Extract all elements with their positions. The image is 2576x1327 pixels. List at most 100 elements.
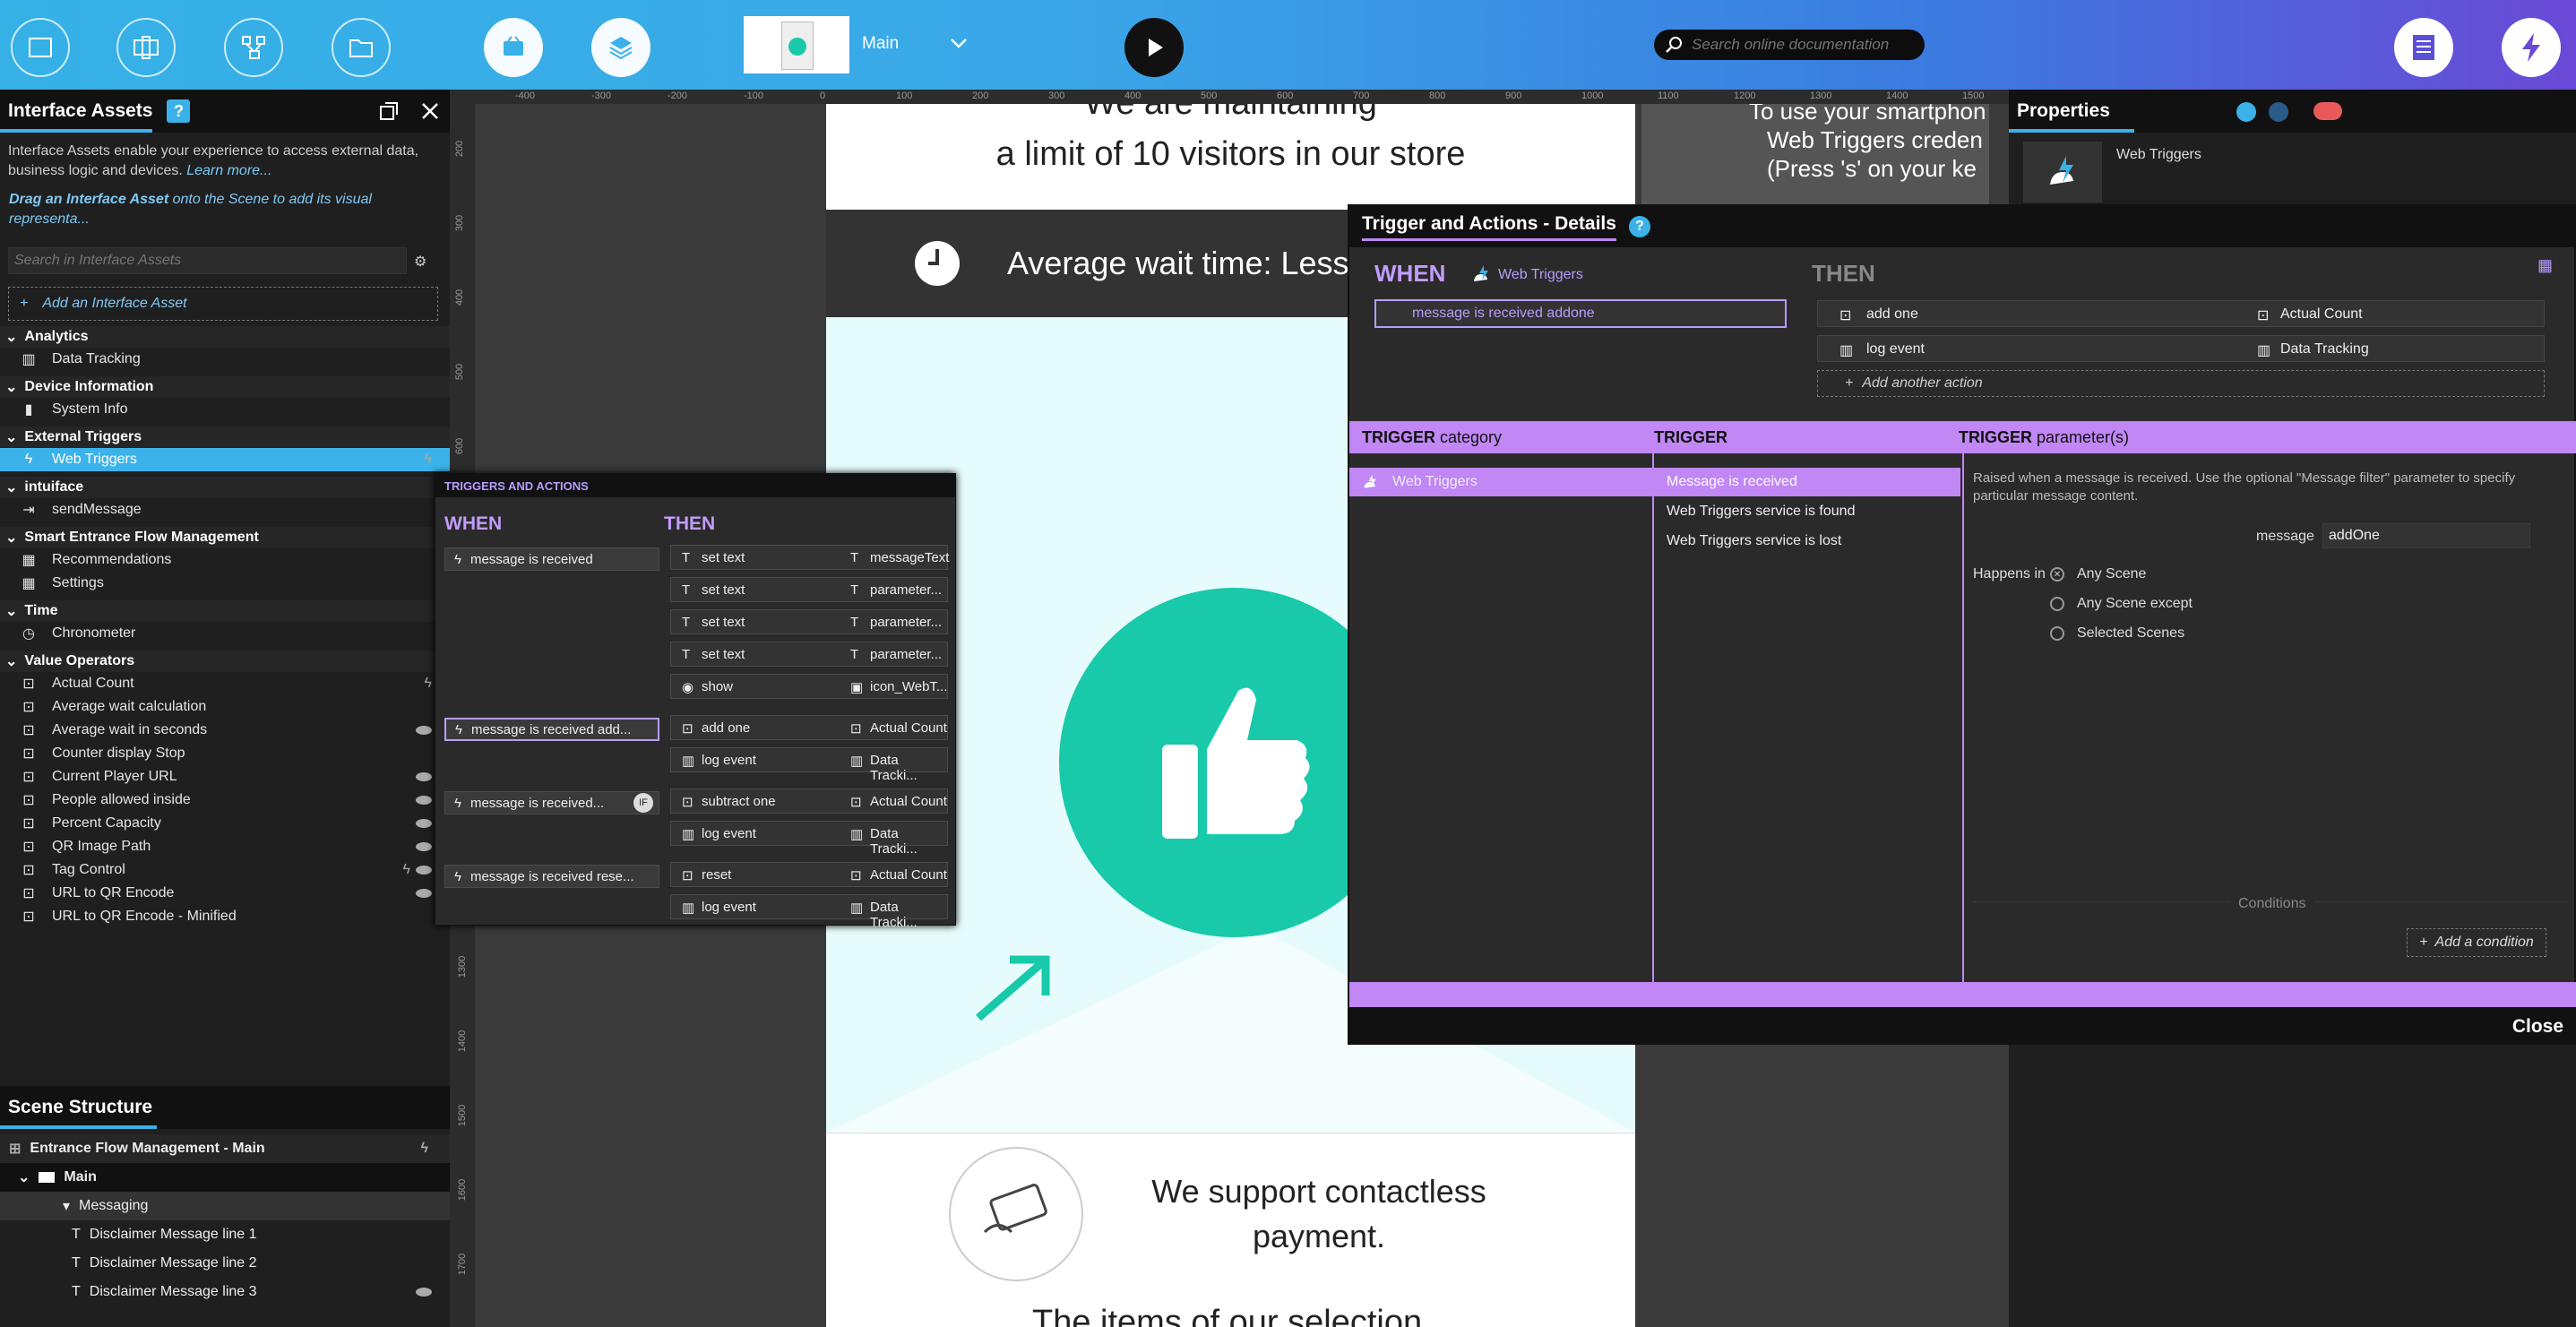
radio-option[interactable]: ✕ Any Scene [2050,566,2146,582]
devices-icon[interactable] [116,18,176,77]
chevron-down-icon[interactable]: ▾ [63,1197,70,1215]
when-item[interactable]: ϟ message is received... IF [444,791,659,814]
eye-icon[interactable] [416,866,432,875]
category-header[interactable]: ⌄ Analytics [0,326,450,348]
asset-item[interactable]: ▥ Data Tracking [0,348,450,371]
layers-icon[interactable] [591,18,650,77]
chevron-down-icon[interactable]: ⌄ [5,378,17,396]
category-web-triggers[interactable]: Web Triggers [1349,468,1652,496]
details-then-row[interactable]: ⊡ add one ⊡ Actual Count [1817,300,2545,327]
eye-icon[interactable] [416,796,432,805]
chevron-down-icon[interactable]: ⌄ [5,428,17,446]
eye-icon[interactable] [416,842,432,851]
help-icon[interactable]: ? [1628,216,1650,237]
scene-item[interactable]: T Disclaimer Message line 2 [0,1249,450,1278]
then-item[interactable]: ▥ log event ▥ Data Tracki... [670,894,948,930]
chevron-down-icon[interactable] [948,32,969,54]
details-when-item[interactable]: message is received addone [1374,299,1787,328]
close-icon[interactable] [419,100,441,122]
asset-item[interactable]: ⊡ Tag Control ϟ [0,858,450,882]
asset-item[interactable]: ⊡ Actual Count ϟ [0,672,450,695]
radio-option[interactable]: Any Scene except [2050,596,2193,612]
chevron-down-icon[interactable]: ⌄ [5,529,17,547]
eye-icon[interactable] [416,819,432,828]
asset-item[interactable]: ⊡ URL to QR Encode [0,882,450,905]
asset-item[interactable]: ⊡ Counter display Stop [0,742,450,765]
asset-item[interactable]: ⊡ Percent Capacity [0,812,450,835]
message-param-input[interactable] [2322,523,2530,548]
then-item[interactable]: ▥ log event ▥ Data Tracki... [670,747,948,783]
asset-item[interactable]: ⊡ Average wait calculation [0,695,450,719]
globe-icon[interactable] [2236,102,2256,122]
search-settings-icon[interactable]: ⚙ [414,253,426,271]
scene-graph-icon[interactable] [224,18,283,77]
toggle-icon[interactable] [2313,102,2342,120]
then-item[interactable]: ⊡ subtract one ⊡ Actual Count [670,788,948,814]
asset-item[interactable]: ◷ Chronometer [0,622,450,645]
interface-assets-search-input[interactable] [8,247,407,274]
search-documentation-input[interactable] [1654,30,1925,60]
then-item[interactable]: ⊡ add one ⊡ Actual Count [670,715,948,740]
asset-item[interactable]: ⊡ Average wait in seconds [0,719,450,742]
asset-item[interactable]: ⊡ Current Player URL [0,765,450,788]
help-icon[interactable]: ? [167,99,191,123]
chevron-down-icon[interactable]: ⌄ [5,478,17,496]
scene-thumbnail[interactable] [744,16,849,73]
category-header[interactable]: ⌄ intuiface [0,477,450,498]
scene-item[interactable]: T Disclaimer Message line 1 [0,1220,450,1249]
asset-item[interactable]: ▦ Recommendations [0,548,450,572]
then-item[interactable]: ▥ log event ▥ Data Tracki... [670,821,948,857]
then-item[interactable]: Tset text TmessageText [670,545,949,570]
chevron-down-icon[interactable]: ⌄ [5,602,17,620]
asset-item[interactable]: ⊡ People allowed inside [0,788,450,812]
learn-more-link[interactable]: Learn more... [186,163,271,178]
chevron-down-icon[interactable]: ⌄ [5,328,17,346]
category-header[interactable]: ⌄ External Triggers [0,427,450,448]
trigger-option[interactable]: Web Triggers service is lost [1654,527,1960,556]
eye-icon[interactable] [416,726,432,735]
chevron-down-icon[interactable]: ⌄ [18,1168,30,1186]
checklist-button[interactable] [2394,18,2453,77]
chevron-down-icon[interactable]: ⌄ [5,652,17,670]
asset-item[interactable]: ⊡ URL to QR Encode - Minified [0,905,450,928]
category-header[interactable]: ⌄ Value Operators [0,651,450,672]
secondary-screen-preview[interactable]: To use your smartphon Web Triggers crede… [1641,104,1989,211]
category-header[interactable]: ⌄ Smart Entrance Flow Management [0,527,450,548]
when-item[interactable]: ϟ message is received rese... [444,865,659,888]
then-item[interactable]: Tset text Tparameter... [670,609,948,634]
rectangle-icon[interactable] [11,18,70,77]
scene-root-row[interactable]: ⊞ Entrance Flow Management - Main ϟ [0,1134,450,1163]
add-interface-asset-button[interactable]: + Add an Interface Asset [8,287,438,321]
scene-item[interactable]: T Disclaimer Message line 3 [0,1278,450,1306]
radio-option[interactable]: Selected Scenes [2050,625,2184,642]
asset-item[interactable]: ▮ System Info [0,398,450,421]
then-item[interactable]: Tset text Tparameter... [670,577,948,602]
asset-item[interactable]: ⊡ QR Image Path [0,835,450,858]
folder-icon[interactable] [332,18,391,77]
category-header[interactable]: ⌄ Device Information [0,376,450,398]
trigger-option[interactable]: Message is received [1654,468,1960,496]
asset-item[interactable]: ▦ Settings [0,572,450,595]
asset-item[interactable]: ⇥ sendMessage [0,498,450,521]
eye-icon[interactable] [416,889,432,898]
category-header[interactable]: ⌄ Time [0,600,450,622]
when-item[interactable]: ϟ message is received add... [444,718,659,741]
when-item[interactable]: ϟ message is received [444,547,659,571]
grid-icon[interactable]: ▦ [2537,256,2553,275]
close-button[interactable]: Close [2512,1016,2563,1038]
then-item[interactable]: ◉ show ▣ icon_WebT... [670,674,948,699]
popout-icon[interactable] [378,100,400,122]
world-icon[interactable] [2269,102,2288,122]
eye-icon[interactable] [416,1288,432,1297]
trigger-option[interactable]: Web Triggers service is found [1654,497,1960,526]
asset-item[interactable]: ϟ Web Triggers ϟ [0,448,450,471]
add-another-action-button[interactable]: + Add another action [1817,370,2545,397]
play-button[interactable] [1124,18,1184,77]
then-item[interactable]: ⊡ reset ⊡ Actual Count [670,862,948,887]
scene-main-row[interactable]: ⌄ Main [0,1163,450,1192]
add-condition-button[interactable]: + Add a condition [2407,928,2546,957]
eye-icon[interactable] [416,772,432,781]
group-row[interactable]: ▾ Messaging [0,1192,450,1220]
media-icon[interactable] [484,18,543,77]
lightning-button[interactable] [2502,18,2561,77]
